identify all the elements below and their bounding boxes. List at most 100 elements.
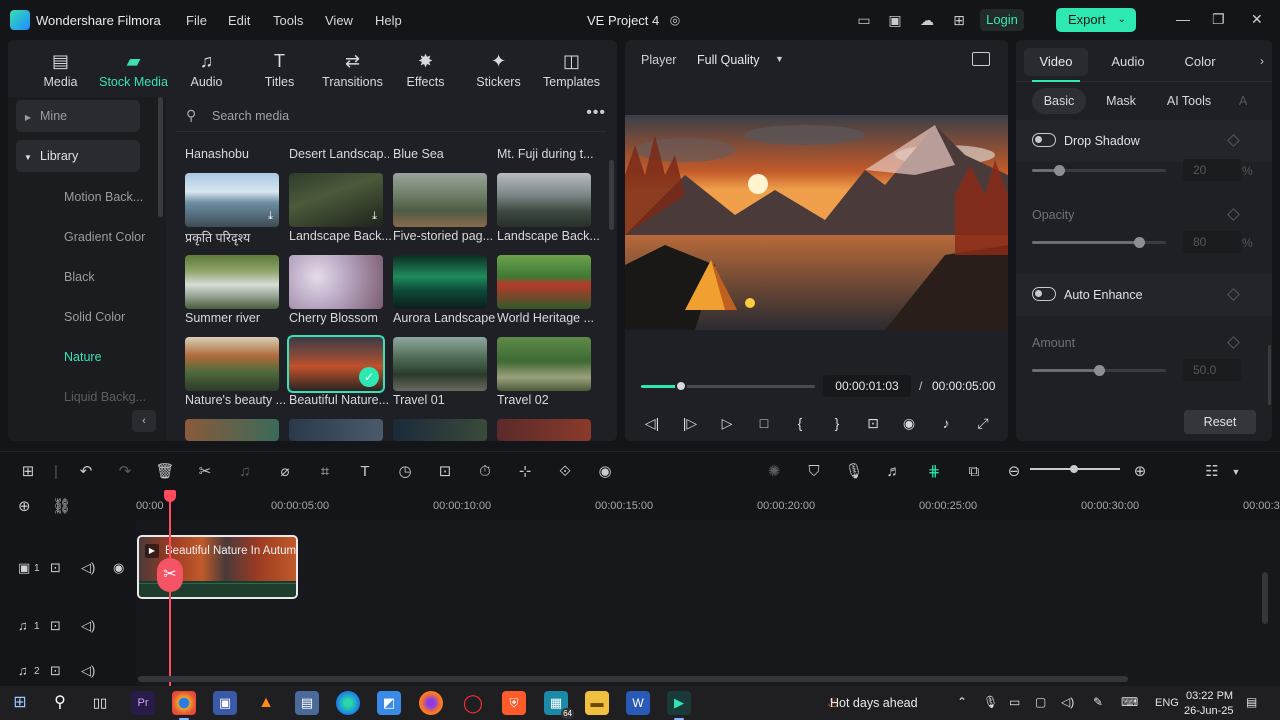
media-scrollbar[interactable] <box>609 160 614 230</box>
sidebar-item-motion-backgrounds[interactable]: Motion Back... <box>64 190 143 204</box>
sidebar-item-black[interactable]: Black <box>64 270 95 284</box>
subtab-basic[interactable]: Basic <box>1032 88 1086 114</box>
close-icon[interactable]: ✕ <box>1251 11 1263 28</box>
chevron-down-icon[interactable]: ▼ <box>1226 462 1246 482</box>
speaker-icon[interactable]: ◁) <box>81 663 95 679</box>
display-settings-icon[interactable]: ⊡ <box>863 413 883 433</box>
auto-reframe-icon[interactable]: ⊹ <box>515 462 535 482</box>
brave-icon[interactable]: ⛨ <box>502 691 526 715</box>
word-icon[interactable]: W <box>626 691 650 715</box>
keyframe-icon[interactable] <box>1227 134 1240 147</box>
media-thumbnail[interactable] <box>497 173 591 227</box>
microphone-icon[interactable]: 🎙 <box>844 462 864 482</box>
tab-media[interactable]: ▤ Media <box>24 40 97 96</box>
clock-date[interactable]: 26-Jun-25 <box>1184 705 1234 717</box>
save-icon[interactable]: ▣ <box>886 11 904 29</box>
chrome-icon[interactable] <box>172 691 196 720</box>
text-icon[interactable]: T <box>355 462 375 482</box>
drop-shadow-toggle[interactable] <box>1032 133 1056 147</box>
tag-icon[interactable]: ⌀ <box>275 462 295 482</box>
playback-progress-bar[interactable] <box>641 380 815 392</box>
quality-select[interactable]: Full Quality <box>697 53 760 67</box>
speaker-icon[interactable]: ◁) <box>81 618 95 634</box>
fullscreen-icon[interactable]: ⤢ <box>973 413 993 433</box>
sidebar-scrollbar[interactable] <box>158 97 163 217</box>
undo-icon[interactable]: ↶ <box>76 462 96 482</box>
tab-stickers[interactable]: ✦ Stickers <box>462 40 535 96</box>
subtab-more[interactable]: A <box>1236 88 1250 114</box>
redo-icon[interactable]: ↷ <box>115 462 135 482</box>
microphone-icon[interactable]: 🎙 <box>983 695 998 709</box>
notifications-icon[interactable]: ▤ <box>1246 695 1257 709</box>
cloud-upload-icon[interactable]: ☁ <box>918 11 936 29</box>
sidebar-item-solid-color[interactable]: Solid Color <box>64 310 125 324</box>
tab-audio[interactable]: Audio <box>1096 48 1160 76</box>
timeline-ruler[interactable]: 00:00 00:00:05:00 00:00:10:00 00:00:15:0… <box>136 490 1280 520</box>
file-explorer-icon[interactable]: ▬ <box>585 691 609 715</box>
opacity-value[interactable]: 80 <box>1183 231 1241 253</box>
app-icon[interactable]: ▤ <box>295 691 319 715</box>
lock-icon[interactable]: ⊡ <box>50 560 61 576</box>
sidebar-item-library[interactable]: ▼ Library <box>16 140 140 172</box>
opera-icon[interactable]: ◯ <box>461 691 485 715</box>
menu-file[interactable]: File <box>186 13 207 28</box>
chevron-up-icon[interactable]: ⌃ <box>957 695 967 709</box>
media-thumbnail-selected[interactable]: ✓ <box>287 335 385 393</box>
opacity-slider[interactable] <box>1032 237 1166 248</box>
mark-out-icon[interactable]: } <box>827 413 847 433</box>
auto-enhance-toggle[interactable] <box>1032 287 1056 301</box>
windows-start-icon[interactable]: ⊞ <box>8 691 32 715</box>
audio-split-icon[interactable]: ♫ <box>235 462 255 482</box>
play-icon[interactable]: ▷ <box>717 413 737 433</box>
keyframe-icon[interactable] <box>1227 208 1240 221</box>
download-icon[interactable]: ⤓ <box>268 210 273 223</box>
volume-icon[interactable]: ◁) <box>1061 695 1074 709</box>
subtab-mask[interactable]: Mask <box>1096 88 1146 114</box>
tab-stock-media[interactable]: ▰ Stock Media <box>97 40 170 96</box>
amount-value[interactable]: 50.0 <box>1183 359 1241 381</box>
camera-snapshot-icon[interactable]: ◉ <box>899 413 919 433</box>
restore-icon[interactable]: ❐ <box>1212 11 1225 28</box>
slider-handle[interactable] <box>1094 365 1105 376</box>
menu-tools[interactable]: Tools <box>273 13 303 28</box>
keyframe-path-icon[interactable]: ⟐ <box>555 462 575 482</box>
slider-handle[interactable] <box>1134 237 1146 248</box>
delete-icon[interactable]: 🗑 <box>155 462 175 482</box>
search-icon[interactable]: ⚲ <box>48 691 72 715</box>
login-button[interactable]: Login <box>980 9 1024 31</box>
tab-templates[interactable]: ◫ Templates <box>535 40 608 96</box>
ai-image-icon[interactable]: ⊡ <box>435 462 455 482</box>
keyboard-icon[interactable]: ⌨ <box>1121 695 1138 709</box>
reset-button[interactable]: Reset <box>1184 410 1256 434</box>
app-icon[interactable]: ▣ <box>213 691 237 715</box>
media-thumbnail[interactable] <box>497 419 591 441</box>
media-thumbnail[interactable] <box>393 419 487 441</box>
menu-view[interactable]: View <box>325 13 353 28</box>
audio-wave-icon[interactable]: ◉ <box>595 462 615 482</box>
menu-help[interactable]: Help <box>375 13 402 28</box>
media-thumbnail[interactable]: ⤓ <box>185 173 279 227</box>
edge-icon[interactable] <box>336 691 360 715</box>
collapse-sidebar-button[interactable]: ‹ <box>132 410 156 432</box>
premiere-pro-icon[interactable]: Pr <box>131 691 155 715</box>
sidebar-item-liquid-backgrounds[interactable]: Liquid Backg... <box>64 390 146 404</box>
more-options-icon[interactable]: ••• <box>586 104 606 122</box>
clock-time[interactable]: 03:22 PM <box>1186 690 1233 702</box>
language-indicator[interactable]: ENG <box>1155 697 1179 709</box>
video-preview[interactable] <box>625 115 1008 330</box>
slider-handle[interactable] <box>1053 165 1065 176</box>
lock-icon[interactable]: ⊡ <box>50 618 61 634</box>
keyframe-icon[interactable] <box>1227 288 1240 301</box>
media-thumbnail[interactable] <box>185 419 279 441</box>
timeline-vertical-scrollbar[interactable] <box>1262 572 1268 624</box>
eye-icon[interactable]: ◉ <box>113 560 124 576</box>
timeline-tracks-area[interactable] <box>136 520 1280 686</box>
media-thumbnail[interactable] <box>497 255 591 309</box>
lock-icon[interactable]: ⊡ <box>50 663 61 679</box>
media-thumbnail[interactable] <box>393 337 487 391</box>
media-thumbnail[interactable]: ⤓ <box>289 173 383 227</box>
add-track-icon[interactable]: ⊕ <box>18 497 31 515</box>
drop-shadow-value[interactable]: 20 <box>1183 159 1241 181</box>
layout-icon[interactable]: ▭ <box>855 11 873 29</box>
zoom-slider-handle[interactable] <box>1070 465 1078 473</box>
